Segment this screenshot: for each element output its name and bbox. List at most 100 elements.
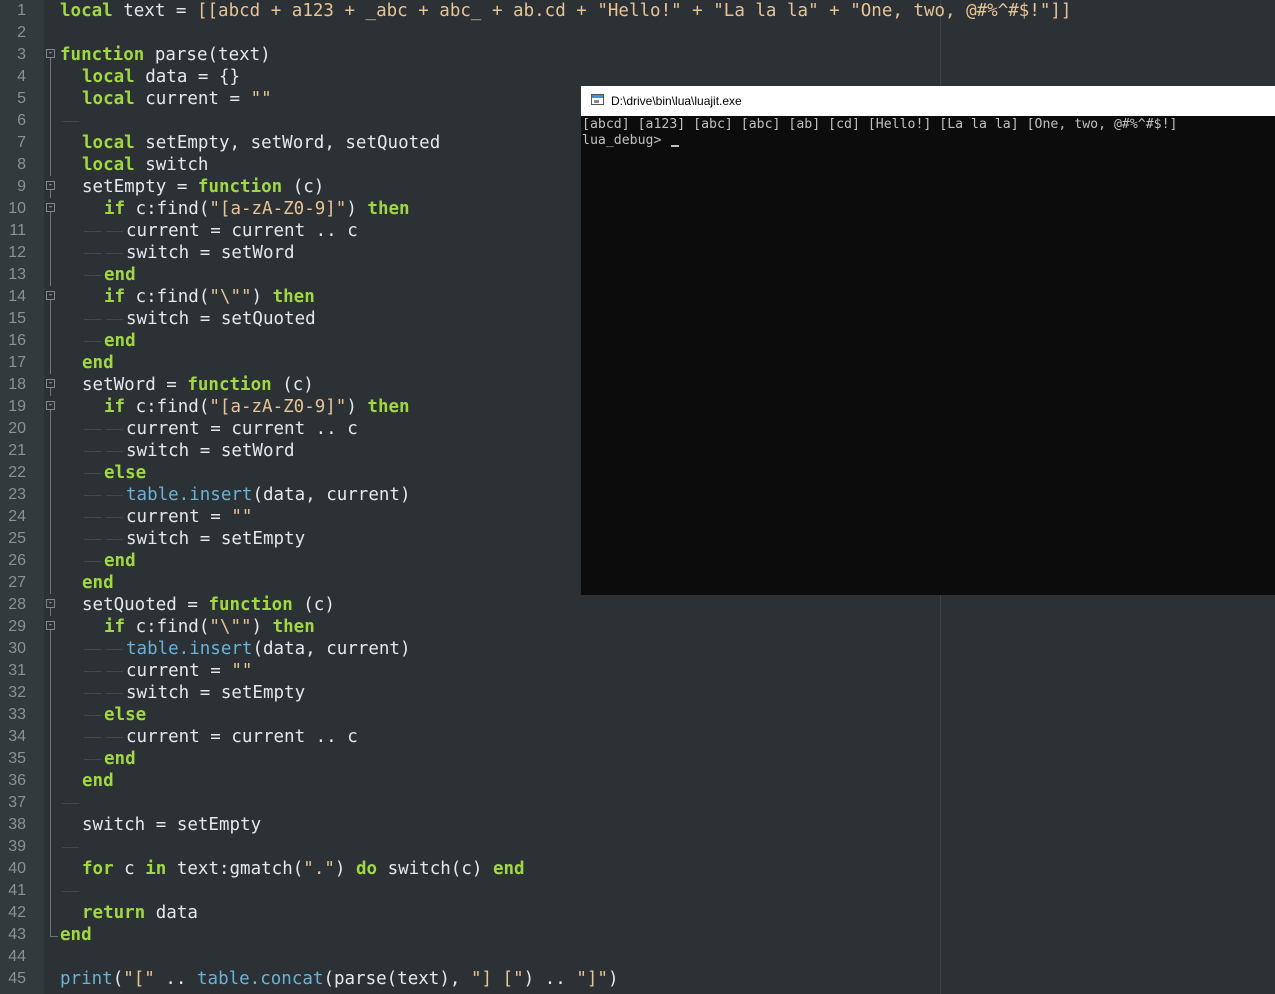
- line-number: 3: [17, 46, 26, 63]
- code-text[interactable]: end: [60, 330, 136, 352]
- code-line[interactable]: 40 for c in text:gmatch(".") do switch(c)…: [0, 858, 1275, 880]
- line-number: 25: [8, 530, 26, 547]
- line-number: 42: [8, 904, 26, 921]
- code-text[interactable]: end: [60, 924, 92, 946]
- fold-toggle-icon[interactable]: [46, 379, 55, 388]
- code-text[interactable]: setQuoted = function (c): [60, 594, 335, 616]
- code-token: ..: [154, 969, 197, 989]
- code-line[interactable]: 30 table.insert(data, current): [0, 638, 1275, 660]
- code-line[interactable]: 43 end: [0, 924, 1275, 946]
- line-number: 39: [8, 838, 26, 855]
- fold-toggle-icon[interactable]: [46, 181, 55, 190]
- code-text[interactable]: current = current .. c: [60, 726, 358, 748]
- fold-toggle-icon[interactable]: [46, 291, 55, 300]
- code-line[interactable]: 44: [0, 946, 1275, 968]
- tab-marker-icon: [82, 638, 104, 660]
- code-text[interactable]: switch = setEmpty: [60, 814, 261, 836]
- code-text[interactable]: local current = "": [60, 88, 272, 110]
- console-title-bar[interactable]: D:\drive\bin\lua\luajit.exe: [581, 86, 1275, 116]
- code-text[interactable]: switch = setWord: [60, 440, 295, 462]
- code-text[interactable]: for c in text:gmatch(".") do switch(c) e…: [60, 858, 525, 880]
- code-text[interactable]: if c:find("[a-zA-Z0-9]") then: [60, 396, 410, 418]
- code-line[interactable]: 39: [0, 836, 1275, 858]
- code-text[interactable]: [60, 880, 82, 902]
- console-output[interactable]: [abcd] [a123] [abc] [abc] [ab] [cd] [Hel…: [581, 116, 1275, 595]
- line-number: 30: [8, 640, 26, 657]
- code-text[interactable]: current = "": [60, 506, 252, 528]
- code-text[interactable]: table.insert(data, current): [60, 484, 410, 506]
- code-text[interactable]: [60, 792, 82, 814]
- code-text[interactable]: table.insert(data, current): [60, 638, 410, 660]
- code-text[interactable]: end: [60, 352, 114, 374]
- tab-marker-icon: [82, 682, 104, 704]
- code-text[interactable]: else: [60, 462, 146, 484]
- code-text[interactable]: return data: [60, 902, 198, 924]
- code-line[interactable]: 29 if c:find("\"") then: [0, 616, 1275, 638]
- console-prompt-line[interactable]: lua_debug>: [582, 133, 680, 149]
- fold-guide: [50, 462, 51, 484]
- tab-marker-icon: [82, 330, 104, 352]
- code-text[interactable]: function parse(text): [60, 44, 271, 66]
- code-text[interactable]: setWord = function (c): [60, 374, 314, 396]
- code-line[interactable]: 45 print("[" .. table.concat(parse(text),…: [0, 968, 1275, 990]
- code-text[interactable]: switch = setWord: [60, 242, 295, 264]
- code-text[interactable]: local setEmpty, setWord, setQuoted: [60, 132, 440, 154]
- keyword-token: local: [60, 1, 124, 21]
- code-line[interactable]: 38 switch = setEmpty: [0, 814, 1275, 836]
- fold-toggle-icon[interactable]: [46, 621, 55, 630]
- code-token: (c): [303, 595, 335, 615]
- code-text[interactable]: current = current .. c: [60, 418, 358, 440]
- fold-toggle-icon[interactable]: [46, 203, 55, 212]
- code-text[interactable]: switch = setEmpty: [60, 682, 305, 704]
- code-line[interactable]: 4 local data = {}: [0, 66, 1275, 88]
- code-line[interactable]: 1 local text = [[abcd + a123 + _abc + abc…: [0, 0, 1275, 22]
- code-text[interactable]: print("[" .. table.concat(parse(text), "…: [60, 968, 618, 990]
- code-line[interactable]: 35 end: [0, 748, 1275, 770]
- code-text[interactable]: local text = [[abcd + a123 + _abc + abc_…: [60, 0, 1071, 22]
- code-token: setQuoted =: [82, 595, 209, 615]
- code-line[interactable]: 36 end: [0, 770, 1275, 792]
- code-line[interactable]: 34 current = current .. c: [0, 726, 1275, 748]
- fold-toggle-icon[interactable]: [46, 401, 55, 410]
- code-text[interactable]: end: [60, 748, 136, 770]
- code-line[interactable]: 42 return data: [0, 902, 1275, 924]
- code-text[interactable]: end: [60, 550, 136, 572]
- fold-guide: [50, 902, 51, 924]
- keyword-token: end: [60, 925, 92, 945]
- code-text[interactable]: if c:find("[a-zA-Z0-9]") then: [60, 198, 410, 220]
- code-line[interactable]: 2: [0, 22, 1275, 44]
- code-text[interactable]: current = "": [60, 660, 252, 682]
- code-line[interactable]: 32 switch = setEmpty: [0, 682, 1275, 704]
- code-text[interactable]: else: [60, 704, 146, 726]
- tab-marker-icon: [104, 682, 126, 704]
- code-text[interactable]: end: [60, 770, 114, 792]
- code-text[interactable]: switch = setQuoted: [60, 308, 316, 330]
- code-text[interactable]: switch = setEmpty: [60, 528, 305, 550]
- code-text[interactable]: local data = {}: [60, 66, 240, 88]
- code-text[interactable]: current = current .. c: [60, 220, 358, 242]
- fold-toggle-icon[interactable]: [46, 49, 55, 58]
- code-text[interactable]: [60, 110, 82, 132]
- code-text[interactable]: [60, 836, 82, 858]
- code-line[interactable]: 31 current = "": [0, 660, 1275, 682]
- fold-toggle-icon[interactable]: [46, 599, 55, 608]
- code-text[interactable]: end: [60, 264, 136, 286]
- line-number: 23: [8, 486, 26, 503]
- code-line[interactable]: 28 setQuoted = function (c): [0, 594, 1275, 616]
- line-number: 41: [8, 882, 26, 899]
- tab-marker-icon: [82, 264, 104, 286]
- code-line[interactable]: 37: [0, 792, 1275, 814]
- console-window[interactable]: D:\drive\bin\lua\luajit.exe [abcd] [a123…: [581, 86, 1275, 595]
- code-text[interactable]: if c:find("\"") then: [60, 616, 315, 638]
- code-line[interactable]: 41: [0, 880, 1275, 902]
- code-text[interactable]: local switch: [60, 154, 208, 176]
- fold-guide: [50, 880, 51, 902]
- code-token: switch(c): [387, 859, 493, 879]
- tab-marker-icon: [82, 220, 104, 242]
- code-text[interactable]: if c:find("\"") then: [60, 286, 315, 308]
- line-number: 36: [8, 772, 26, 789]
- code-line[interactable]: 3 function parse(text): [0, 44, 1275, 66]
- code-line[interactable]: 33 else: [0, 704, 1275, 726]
- code-text[interactable]: setEmpty = function (c): [60, 176, 324, 198]
- code-text[interactable]: end: [60, 572, 114, 594]
